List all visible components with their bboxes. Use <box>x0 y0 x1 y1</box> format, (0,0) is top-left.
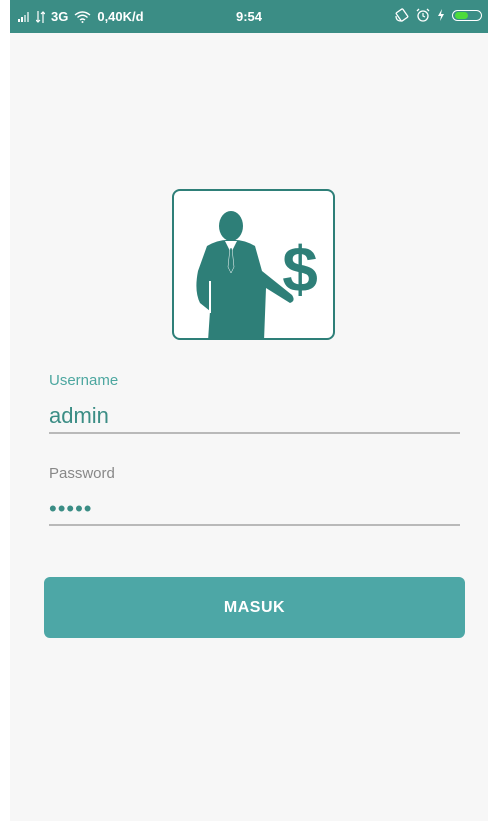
svg-text:$: $ <box>282 233 318 305</box>
alarm-icon <box>416 8 430 22</box>
login-button[interactable]: MASUK <box>44 577 465 638</box>
username-underline <box>49 432 460 434</box>
battery-icon <box>452 9 482 21</box>
app-logo: $ <box>172 189 335 341</box>
businessman-dollar-icon: $ <box>196 211 318 341</box>
username-label: Username <box>49 372 119 389</box>
battery-level <box>455 11 469 19</box>
charging-icon <box>438 9 444 21</box>
rotate-icon <box>395 8 409 22</box>
password-underline <box>49 524 460 526</box>
username-input[interactable] <box>49 401 459 431</box>
password-input[interactable]: ••••• <box>49 496 459 522</box>
password-label: Password <box>49 465 115 482</box>
status-bar: 3G 0,40K/d 9:54 <box>10 0 488 33</box>
